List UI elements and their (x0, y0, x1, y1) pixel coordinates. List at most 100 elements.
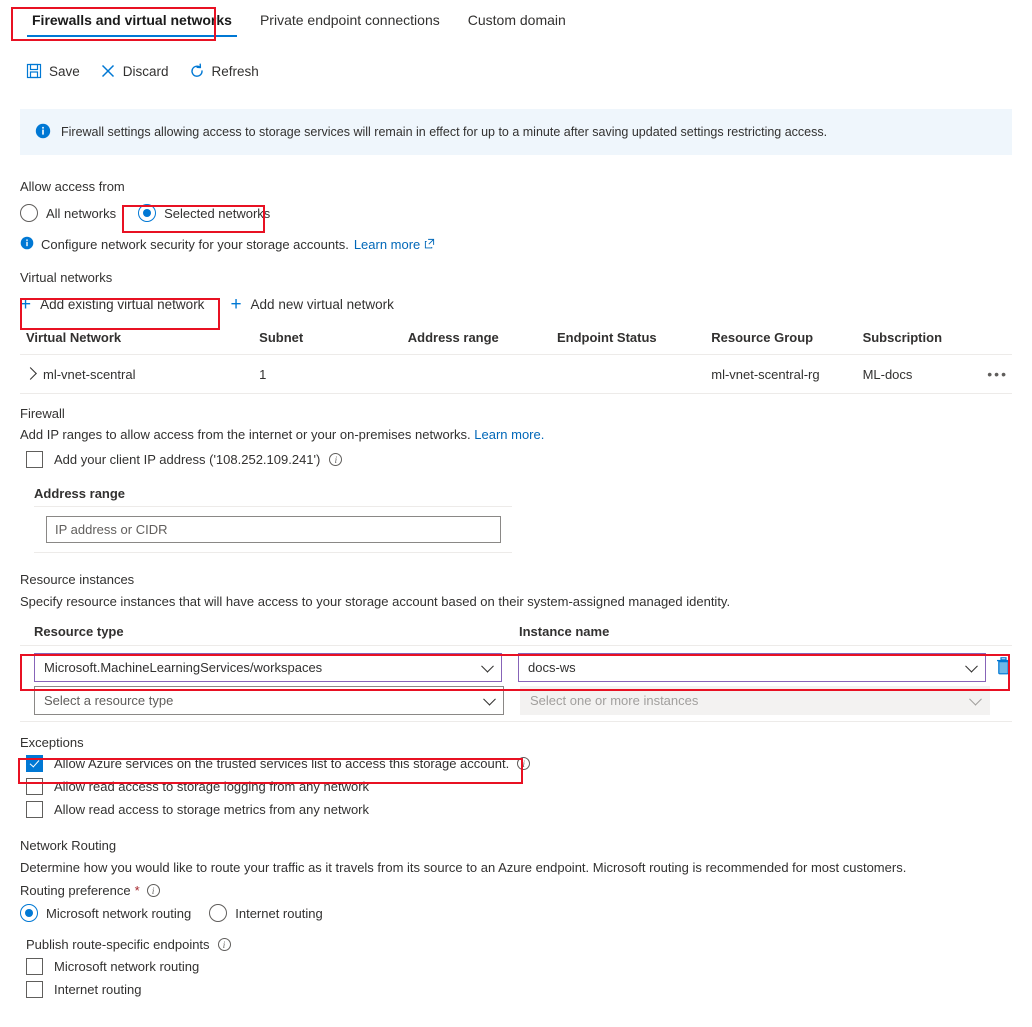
radio-internet-routing[interactable] (209, 904, 228, 922)
info-icon[interactable]: i (329, 453, 343, 466)
refresh-icon (189, 63, 205, 79)
exception-storage-logging-checkbox[interactable] (26, 778, 43, 795)
network-routing-description: Determine how you would like to route yo… (20, 860, 907, 875)
tab-custom-domain[interactable]: Custom domain (454, 0, 580, 39)
publish-microsoft-network-routing-checkbox[interactable] (26, 958, 43, 975)
exception-storage-metrics-checkbox[interactable] (26, 801, 43, 818)
exception-storage-logging-label[interactable]: Allow read access to storage logging fro… (54, 779, 369, 794)
column-header-subnet: Subnet (259, 330, 408, 355)
radio-selected-networks-label[interactable]: Selected networks (164, 206, 270, 221)
column-header-actions (977, 330, 1012, 355)
info-banner-text: Firewall settings allowing access to sto… (61, 125, 828, 139)
tab-label: Private endpoint connections (259, 12, 440, 28)
chevron-right-icon[interactable] (24, 366, 37, 380)
column-header-address-range: Address range (407, 330, 557, 355)
exception-trusted-services-label[interactable]: Allow Azure services on the trusted serv… (54, 756, 509, 771)
radio-all-networks-label[interactable]: All networks (46, 206, 116, 221)
info-icon[interactable]: i (217, 938, 231, 951)
command-bar: Save Discard Refresh (0, 54, 1032, 88)
instance-name-dropdown-disabled: Select one or more instances (520, 686, 990, 715)
firewall-description: Add IP ranges to allow access from the i… (20, 427, 1012, 442)
resource-type-dropdown-empty[interactable]: Select a resource type (34, 686, 504, 715)
chevron-down-icon (965, 659, 978, 673)
discard-button[interactable]: Discard (100, 63, 169, 79)
network-routing-title: Network Routing (20, 838, 117, 853)
resource-type-value: Microsoft.MachineLearningServices/worksp… (44, 660, 323, 675)
address-range-label: Address range (34, 486, 126, 501)
resource-instance-row-empty: Select a resource type Select one or mor… (34, 686, 1012, 715)
close-icon (100, 63, 116, 79)
info-icon (35, 123, 51, 142)
column-header-virtual-network: Virtual Network (20, 330, 260, 355)
instance-name-dropdown[interactable]: docs-ws (518, 653, 986, 682)
discard-label: Discard (122, 63, 169, 79)
info-icon[interactable]: i (146, 884, 160, 897)
table-header-row: Virtual Network Subnet Address range End… (20, 330, 1012, 355)
tab-label: Firewalls and virtual networks (32, 12, 232, 28)
firewall-description-text: Add IP ranges to allow access from the i… (20, 427, 471, 442)
routing-preference-radio-group: Microsoft network routing Internet routi… (20, 904, 1012, 922)
external-link-icon (424, 237, 435, 252)
publish-endpoints-label: Publish route-specific endpoints (26, 937, 210, 952)
refresh-label: Refresh (211, 63, 259, 79)
chevron-down-icon (481, 659, 494, 673)
routing-preference-label: Routing preference (20, 883, 131, 898)
tab-firewalls-and-virtual-networks[interactable]: Firewalls and virtual networks (18, 0, 246, 39)
publish-internet-routing-label[interactable]: Internet routing (54, 982, 141, 997)
firewall-learn-more-link[interactable]: Learn more. (474, 427, 544, 442)
tab-private-endpoint-connections[interactable]: Private endpoint connections (246, 0, 454, 39)
chevron-down-icon (969, 692, 982, 706)
column-header-subscription: Subscription (862, 330, 978, 355)
add-client-ip-label[interactable]: Add your client IP address ('108.252.109… (54, 452, 320, 467)
instance-name-placeholder: Select one or more instances (530, 693, 699, 708)
routing-preference-label-row: Routing preference * i (20, 883, 1012, 898)
plus-icon: + (230, 293, 242, 315)
publish-internet-routing-checkbox[interactable] (26, 981, 43, 998)
radio-all-networks[interactable] (20, 204, 38, 222)
virtual-networks-table: Virtual Network Subnet Address range End… (20, 330, 1012, 394)
firewall-title: Firewall (20, 406, 65, 421)
radio-selected-networks[interactable] (138, 204, 157, 222)
required-asterisk: * (134, 883, 140, 898)
instance-name-value: docs-ws (528, 660, 576, 675)
delete-resource-instance-button[interactable] (995, 657, 1012, 678)
resource-instance-row: Microsoft.MachineLearningServices/worksp… (34, 653, 1012, 682)
table-row[interactable]: ml-vnet-scentral 1 ml-vnet-scentral-rg M… (20, 354, 1012, 394)
publish-endpoints-label-row: Publish route-specific endpoints i (26, 937, 1012, 952)
tab-label: Custom domain (467, 12, 566, 28)
add-client-ip-checkbox[interactable] (26, 451, 43, 468)
column-header-resource-type: Resource type (34, 624, 124, 639)
cell-subnet: 1 (259, 354, 408, 394)
exception-trusted-services-checkbox[interactable] (26, 755, 43, 772)
publish-microsoft-network-routing-label[interactable]: Microsoft network routing (54, 959, 199, 974)
add-client-ip-row: Add your client IP address ('108.252.109… (26, 451, 1012, 468)
learn-more-link[interactable]: Learn more (354, 237, 420, 252)
allow-access-radio-group: All networks Selected networks (20, 202, 1012, 224)
cell-address-range (407, 354, 557, 394)
add-new-label: Add new virtual network (250, 297, 394, 312)
address-range-input[interactable] (46, 516, 501, 543)
row-context-menu-button[interactable]: ••• (977, 354, 1012, 394)
allow-access-title: Allow access from (20, 179, 125, 194)
save-button[interactable]: Save (26, 63, 80, 79)
info-icon[interactable]: i (517, 757, 531, 770)
plus-icon: + (20, 293, 32, 315)
column-header-endpoint-status: Endpoint Status (556, 330, 712, 355)
network-security-hint-text: Configure network security for your stor… (41, 237, 349, 252)
exception-storage-metrics-label[interactable]: Allow read access to storage metrics fro… (54, 802, 369, 817)
refresh-button[interactable]: Refresh (189, 63, 259, 79)
resource-type-dropdown[interactable]: Microsoft.MachineLearningServices/worksp… (34, 653, 502, 682)
cell-virtual-network[interactable]: ml-vnet-scentral (20, 354, 260, 394)
save-icon (26, 63, 42, 79)
radio-internet-routing-label[interactable]: Internet routing (235, 906, 322, 921)
tab-bar: Firewalls and virtual networks Private e… (0, 0, 1032, 46)
radio-microsoft-network-routing-label[interactable]: Microsoft network routing (46, 906, 191, 921)
publish-row-internet-routing: Internet routing (26, 981, 1012, 998)
exception-row-storage-metrics: Allow read access to storage metrics fro… (26, 801, 1012, 818)
add-new-virtual-network-button[interactable]: + Add new virtual network (224, 291, 399, 318)
virtual-network-name: ml-vnet-scentral (43, 366, 136, 382)
radio-microsoft-network-routing[interactable] (20, 904, 38, 922)
add-existing-virtual-network-button[interactable]: + Add existing virtual network (14, 291, 210, 318)
info-banner: Firewall settings allowing access to sto… (20, 109, 1012, 155)
more-options-icon[interactable]: ••• (987, 366, 1008, 382)
